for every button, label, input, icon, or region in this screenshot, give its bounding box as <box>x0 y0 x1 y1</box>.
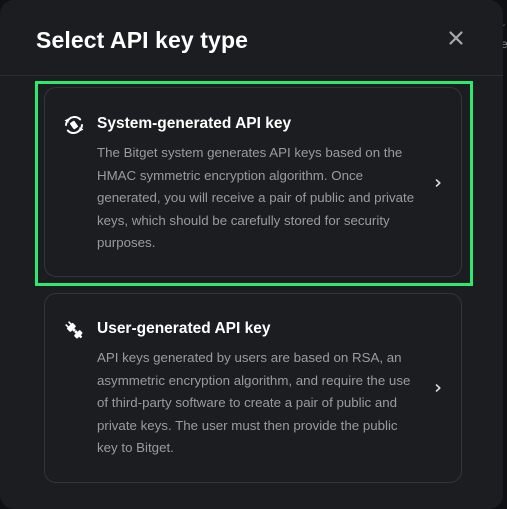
chevron-right-icon <box>435 384 441 392</box>
close-icon <box>449 31 463 45</box>
api-key-type-modal: Select API key type System-generated API… <box>0 0 503 509</box>
option-description: The Bitget system generates API keys bas… <box>97 145 415 251</box>
option-description: API keys generated by users are based on… <box>97 350 411 456</box>
close-button[interactable] <box>444 26 468 50</box>
refresh-key-icon <box>64 115 84 135</box>
plug-icon <box>65 321 83 339</box>
option-user-generated[interactable]: User-generated API key API keys generate… <box>44 293 462 483</box>
option-title: System-generated API key <box>97 115 292 132</box>
option-system-generated[interactable]: System-generated API key The Bitget syst… <box>44 87 462 277</box>
chevron-right-icon <box>435 179 441 187</box>
modal-header: Select API key type <box>0 0 503 76</box>
option-title: User-generated API key <box>97 320 271 337</box>
modal-title: Select API key type <box>36 27 248 53</box>
